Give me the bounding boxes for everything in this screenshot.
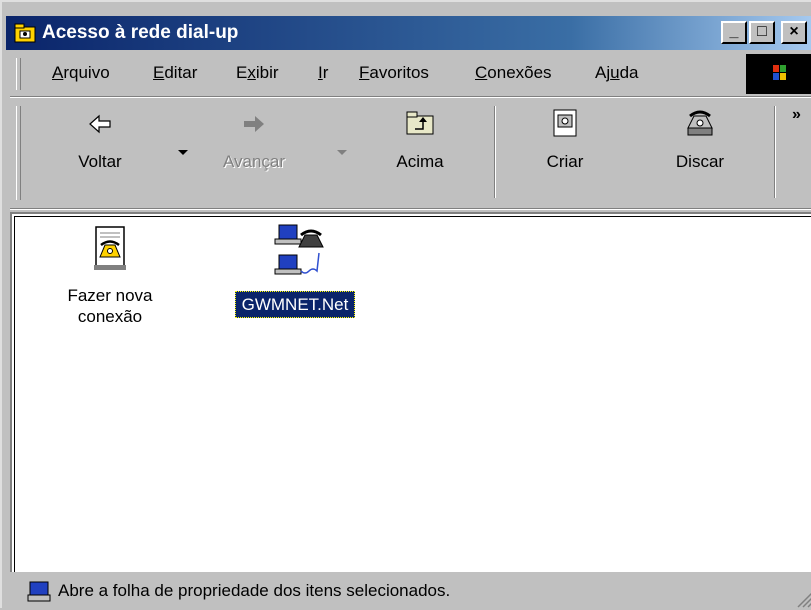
menu-arquivo[interactable]: Arquivo	[52, 62, 110, 84]
back-dropdown-arrow[interactable]	[178, 150, 188, 155]
dialup-folder-icon	[14, 23, 36, 43]
forward-button[interactable]: Avançar	[206, 108, 302, 188]
back-button[interactable]: Voltar	[60, 108, 140, 188]
toolbar-separator-2	[774, 106, 776, 198]
computer-status-icon	[27, 581, 51, 602]
back-arrow-icon	[89, 114, 111, 134]
toolbar: Voltar Avançar Acima Criar Discar »	[10, 100, 811, 206]
dial-label: Discar	[675, 152, 725, 171]
close-button[interactable]: ×	[781, 21, 807, 44]
create-label: Criar	[546, 152, 584, 171]
gwmnet-connection-item[interactable]: GWMNET.Net	[205, 223, 385, 318]
up-button[interactable]: Acima	[380, 108, 460, 188]
up-label: Acima	[396, 152, 444, 171]
new-connection-icon	[94, 226, 126, 270]
gwmnet-label-wrap: GWMNET.Net	[205, 291, 385, 318]
window-title: Acesso à rede dial-up	[42, 22, 239, 43]
back-label: Voltar	[78, 152, 122, 171]
menu-ajuda[interactable]: Ajuda	[595, 62, 639, 84]
toolbar-separator	[494, 106, 496, 198]
up-folder-icon	[406, 111, 434, 135]
toolbar-grip[interactable]	[16, 106, 21, 200]
menu-ir[interactable]: Ir	[318, 62, 328, 84]
minimize-button[interactable]: _	[721, 21, 747, 44]
menu-toolbar-separator	[10, 96, 811, 98]
menu-conexoes[interactable]: Conexões	[475, 62, 552, 84]
title-bar[interactable]: Acesso à rede dial-up _ □ ×	[6, 16, 811, 50]
dial-button[interactable]: Discar	[660, 108, 740, 188]
toolbar-content-separator	[10, 208, 811, 210]
maximize-button[interactable]: □	[749, 21, 775, 44]
forward-arrow-icon	[244, 116, 264, 132]
new-connection-item[interactable]: Fazer nova conexão	[50, 223, 170, 327]
windows-logo-icon	[746, 54, 811, 94]
gwmnet-label: GWMNET.Net	[234, 291, 356, 318]
status-text: Abre a folha de propriedade dos itens se…	[58, 581, 451, 600]
window: Acesso à rede dial-up _ □ × Arquivo Edit…	[0, 0, 811, 608]
dial-phone-icon	[687, 110, 713, 136]
forward-label: Avançar	[222, 152, 286, 171]
menu-editar[interactable]: Editar	[153, 62, 197, 84]
forward-dropdown-arrow[interactable]	[337, 150, 347, 155]
dialup-connection-icon	[274, 224, 324, 275]
menu-exibir[interactable]: Exibir	[236, 62, 279, 84]
menu-grip[interactable]	[16, 58, 21, 90]
status-bar: Abre a folha de propriedade dos itens se…	[10, 574, 811, 610]
new-connection-label: Fazer nova conexão	[67, 286, 153, 326]
create-connection-icon	[553, 109, 577, 137]
menu-favoritos[interactable]: Favoritos	[359, 62, 429, 84]
resize-grip-icon[interactable]	[795, 590, 811, 608]
file-view[interactable]: Fazer nova conexão GWMNET.Net	[10, 212, 811, 572]
create-button[interactable]: Criar	[525, 108, 605, 188]
menu-bar: Arquivo Editar Exibir Ir Favoritos Conex…	[10, 54, 811, 94]
file-view-inner: Fazer nova conexão GWMNET.Net	[14, 216, 811, 572]
toolbar-more-chevron[interactable]: »	[792, 106, 801, 124]
